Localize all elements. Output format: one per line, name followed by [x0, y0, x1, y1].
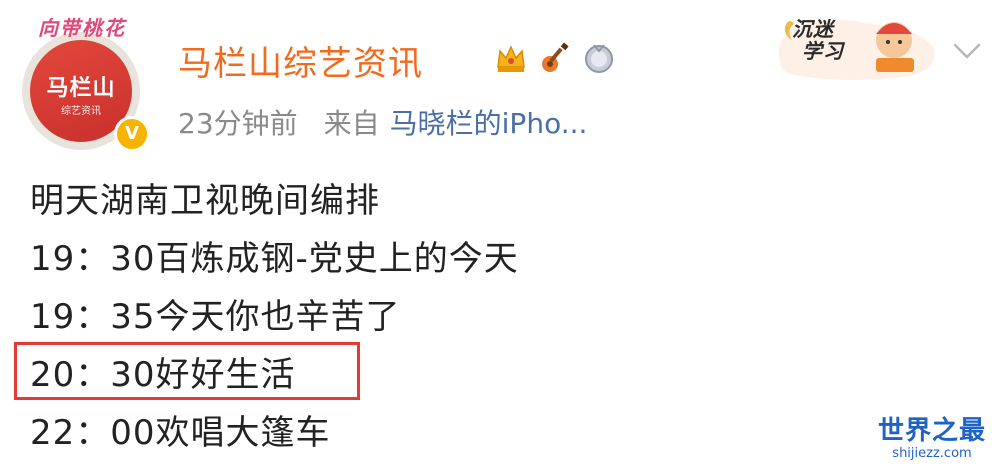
post-time[interactable]: 23分钟前 [178, 107, 298, 140]
post-content: 明天湖南卫视晚间编排 19：30百炼成钢-党史上的今天 19：35今天你也辛苦了… [30, 172, 519, 462]
avatar[interactable]: 马栏山 综艺资讯 向带桃花 V [14, 6, 150, 152]
avatar-name-text: 马栏山 [46, 76, 116, 101]
weibo-post: 马栏山 综艺资讯 向带桃花 V 马栏山综艺资讯 23分钟前 来自 马晓栏的iPh… [0, 0, 1000, 472]
guitar-icon[interactable] [538, 41, 572, 75]
content-line: 22：00欢唱大篷车 [30, 413, 331, 453]
avatar-sub-text: 综艺资讯 [61, 106, 101, 117]
banner-text-line-2: 学习 [802, 39, 844, 63]
watermark-sub: shijiezz.com [892, 446, 972, 461]
content-line: 明天湖南卫视晚间编排 [30, 181, 380, 221]
post-meta: 23分钟前 来自 马晓栏的iPho... [178, 102, 587, 142]
watermark: 世界之最 shijiezz.com [870, 416, 994, 462]
chevron-down-icon[interactable] [952, 40, 982, 62]
avatar-pendant: 向带桃花 [38, 16, 126, 40]
banner-text: 沉迷 学习 [792, 18, 844, 62]
verified-badge-icon: V [114, 116, 150, 152]
highlight-box [14, 342, 360, 400]
content-line: 19：30百炼成钢-党史上的今天 [30, 239, 519, 279]
source-prefix: 来自 [323, 107, 380, 140]
user-badges [494, 38, 616, 78]
decorative-banner: 沉迷 学习 [770, 4, 940, 84]
banner-text-line-1: 沉迷 [792, 17, 834, 41]
crown-icon[interactable] [494, 41, 528, 75]
username-link[interactable]: 马栏山综艺资讯 [178, 36, 423, 85]
medal-icon[interactable] [582, 41, 616, 75]
source-device-link[interactable]: 马晓栏的iPho... [390, 107, 588, 140]
content-line: 19：35今天你也辛苦了 [30, 297, 401, 337]
watermark-main: 世界之最 [877, 416, 986, 446]
